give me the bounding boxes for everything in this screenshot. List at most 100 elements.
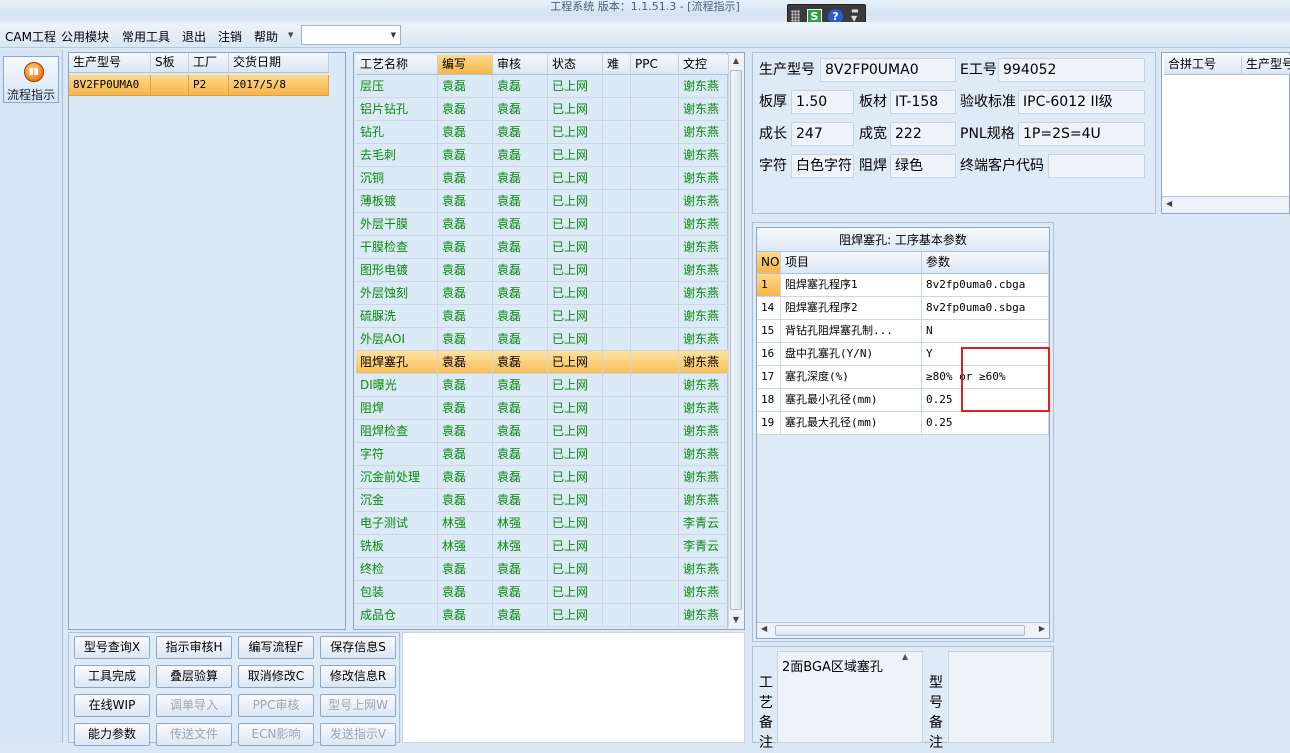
process-cell-process-name[interactable]: 钻孔 — [356, 121, 438, 144]
process-cell-process-name[interactable]: DI曝光 — [356, 374, 438, 397]
process-cell-difficulty[interactable] — [603, 397, 631, 420]
process-cell-status[interactable]: 已上网 — [548, 98, 603, 121]
process-cell-process-name[interactable]: 阻焊塞孔 — [356, 351, 438, 374]
param-value-cell[interactable]: 8v2fp0uma0.cbga — [922, 274, 1049, 297]
process-cell-writer[interactable]: 袁磊 — [438, 236, 493, 259]
process-cell-process-name[interactable]: 成品仓 — [356, 604, 438, 627]
process-cell-doc-control[interactable]: 谢东燕 — [679, 466, 729, 489]
process-cell-reviewer[interactable]: 袁磊 — [493, 213, 548, 236]
process-cell-writer[interactable]: 袁磊 — [438, 144, 493, 167]
process-notes-field[interactable]: 2面BGA区域塞孔 — [777, 651, 923, 743]
col-header-difficulty[interactable]: 难 — [603, 55, 631, 75]
process-cell-writer[interactable]: 林强 — [438, 535, 493, 558]
process-cell-writer[interactable]: 袁磊 — [438, 374, 493, 397]
process-cell-ppc[interactable] — [631, 512, 679, 535]
process-cell-ppc[interactable] — [631, 259, 679, 282]
process-cell-ppc[interactable] — [631, 190, 679, 213]
process-cell-writer[interactable]: 袁磊 — [438, 420, 493, 443]
process-cell-reviewer[interactable]: 袁磊 — [493, 75, 548, 98]
param-item-cell[interactable]: 塞孔最小孔径(mm) — [781, 389, 922, 412]
process-cell-writer[interactable]: 袁磊 — [438, 328, 493, 351]
process-cell-process-name[interactable]: 图形电镀 — [356, 259, 438, 282]
col-header-factory[interactable]: 工厂 — [189, 53, 229, 73]
flow-button[interactable]: ▮▮ 流程指示 — [3, 56, 59, 103]
param-value-cell[interactable]: 8v2fp0uma0.sbga — [922, 297, 1049, 320]
process-cell-writer[interactable]: 袁磊 — [438, 259, 493, 282]
process-cell-doc-control[interactable]: 谢东燕 — [679, 213, 729, 236]
param-no-cell[interactable]: 18 — [757, 389, 781, 412]
process-cell-process-name[interactable]: 包装 — [356, 581, 438, 604]
process-cell-doc-control[interactable]: 谢东燕 — [679, 604, 729, 627]
action-button[interactable]: 取消修改C — [238, 665, 314, 688]
process-cell-status[interactable]: 已上网 — [548, 535, 603, 558]
col-header-status[interactable]: 状态 — [548, 55, 603, 75]
process-cell-doc-control[interactable]: 李青云 — [679, 535, 729, 558]
process-cell-difficulty[interactable] — [603, 167, 631, 190]
process-cell-difficulty[interactable] — [603, 489, 631, 512]
process-cell-ppc[interactable] — [631, 581, 679, 604]
vertical-scrollbar[interactable]: ▲ ▼ — [727, 53, 744, 629]
process-cell-process-name[interactable]: 电子测试 — [356, 512, 438, 535]
process-cell-ppc[interactable] — [631, 535, 679, 558]
process-cell-doc-control[interactable]: 谢东燕 — [679, 259, 729, 282]
menu-help[interactable]: 帮助 — [254, 28, 278, 45]
process-cell-difficulty[interactable] — [603, 328, 631, 351]
process-cell-writer[interactable]: 袁磊 — [438, 558, 493, 581]
param-no-cell[interactable]: 16 — [757, 343, 781, 366]
process-cell-doc-control[interactable]: 谢东燕 — [679, 144, 729, 167]
process-cell-writer[interactable]: 袁磊 — [438, 351, 493, 374]
process-cell-doc-control[interactable]: 谢东燕 — [679, 75, 729, 98]
process-cell-status[interactable]: 已上网 — [548, 420, 603, 443]
process-cell-doc-control[interactable]: 谢东燕 — [679, 190, 729, 213]
process-cell-doc-control[interactable]: 谢东燕 — [679, 443, 729, 466]
order-sboard-cell[interactable] — [151, 75, 189, 96]
process-cell-reviewer[interactable]: 袁磊 — [493, 190, 548, 213]
param-item-cell[interactable]: 阻焊塞孔程序1 — [781, 274, 922, 297]
process-cell-reviewer[interactable]: 袁磊 — [493, 581, 548, 604]
menu-tools[interactable]: 常用工具 — [122, 28, 170, 45]
process-cell-process-name[interactable]: 干膜检查 — [356, 236, 438, 259]
process-cell-reviewer[interactable]: 林强 — [493, 512, 548, 535]
process-cell-ppc[interactable] — [631, 121, 679, 144]
col-header-process-name[interactable]: 工艺名称 — [356, 55, 438, 75]
width-field[interactable]: 222 — [890, 122, 956, 146]
process-cell-writer[interactable]: 袁磊 — [438, 121, 493, 144]
process-cell-process-name[interactable]: 阻焊检查 — [356, 420, 438, 443]
col-header-writer[interactable]: 编写 — [438, 55, 493, 75]
action-button[interactable]: 在线WIP — [74, 694, 150, 717]
action-button[interactable]: 调单导入 — [156, 694, 232, 717]
process-cell-process-name[interactable]: 沉金 — [356, 489, 438, 512]
process-cell-process-name[interactable]: 沉铜 — [356, 167, 438, 190]
process-cell-difficulty[interactable] — [603, 351, 631, 374]
process-cell-reviewer[interactable]: 袁磊 — [493, 282, 548, 305]
process-cell-doc-control[interactable]: 谢东燕 — [679, 558, 729, 581]
process-cell-writer[interactable]: 袁磊 — [438, 213, 493, 236]
process-cell-doc-control[interactable]: 谢东燕 — [679, 374, 729, 397]
process-cell-reviewer[interactable]: 袁磊 — [493, 374, 548, 397]
action-button[interactable]: 叠层验算 — [156, 665, 232, 688]
menu-logout[interactable]: 注销 — [218, 28, 242, 45]
process-cell-difficulty[interactable] — [603, 466, 631, 489]
process-cell-difficulty[interactable] — [603, 420, 631, 443]
process-cell-writer[interactable]: 袁磊 — [438, 397, 493, 420]
process-cell-reviewer[interactable]: 袁磊 — [493, 144, 548, 167]
col-header-merge-model[interactable]: 生产型号 — [1242, 55, 1290, 75]
process-cell-status[interactable]: 已上网 — [548, 282, 603, 305]
process-cell-process-name[interactable]: 沉金前处理 — [356, 466, 438, 489]
process-cell-difficulty[interactable] — [603, 144, 631, 167]
standard-field[interactable]: IPC-6012 II级 — [1018, 90, 1145, 114]
process-cell-ppc[interactable] — [631, 328, 679, 351]
process-cell-ppc[interactable] — [631, 397, 679, 420]
process-cell-status[interactable]: 已上网 — [548, 443, 603, 466]
process-cell-difficulty[interactable] — [603, 581, 631, 604]
process-cell-writer[interactable]: 林强 — [438, 512, 493, 535]
process-cell-ppc[interactable] — [631, 604, 679, 627]
process-cell-ppc[interactable] — [631, 374, 679, 397]
col-header-ppc[interactable]: PPC — [631, 55, 679, 75]
process-cell-reviewer[interactable]: 袁磊 — [493, 397, 548, 420]
process-cell-doc-control[interactable]: 李青云 — [679, 512, 729, 535]
action-button[interactable]: 型号上网W — [320, 694, 396, 717]
process-cell-doc-control[interactable]: 谢东燕 — [679, 420, 729, 443]
col-header-item[interactable]: 项目 — [781, 252, 922, 274]
process-cell-status[interactable]: 已上网 — [548, 167, 603, 190]
